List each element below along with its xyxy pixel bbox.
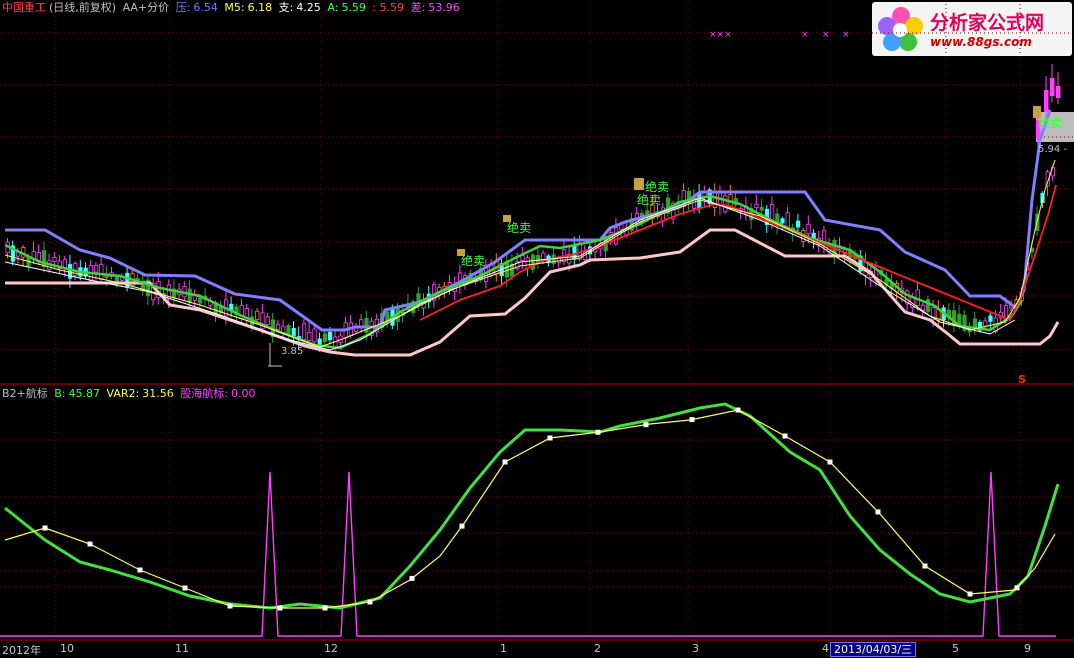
candle-body: [322, 333, 328, 343]
var2-marker: [967, 591, 973, 597]
candle-body: [327, 331, 333, 341]
axis-label-month: 3: [692, 642, 699, 655]
candle-body: [312, 328, 317, 343]
candle-body: [572, 245, 577, 260]
candle-body: [94, 264, 99, 273]
var2-marker: [643, 422, 649, 428]
var2-marker: [227, 603, 233, 609]
var2-marker: [409, 575, 415, 581]
candle-body: [99, 263, 104, 280]
right-price-label: 5.94 -: [1038, 144, 1068, 155]
var2-markers: [42, 407, 1020, 611]
candle-body: [759, 206, 764, 211]
sell-signal-text: 绝卖: [1038, 115, 1062, 130]
candle-body: [265, 316, 270, 325]
moving-average-yellow: [4, 159, 1056, 348]
low-price-label: 3.85: [281, 346, 303, 357]
var2-marker: [87, 541, 93, 547]
candle-body: [1044, 90, 1049, 112]
b-line-series: [4, 402, 1060, 610]
var2-marker: [42, 525, 48, 531]
candle-body: [754, 203, 759, 209]
s-mark: S: [1018, 373, 1026, 386]
top-x-mark: ×: [842, 30, 850, 40]
candle-body: [926, 299, 931, 312]
horizontal-grid: [0, 32, 1074, 588]
axis-label-month: 2: [594, 642, 601, 655]
candle-body: [983, 320, 988, 327]
axis-label-year: 2012年: [2, 644, 41, 657]
candle-body: [187, 288, 192, 303]
candle-body: [1050, 78, 1055, 96]
sell-flag-icon: [634, 178, 644, 190]
var2-marker: [875, 509, 881, 515]
var2-marker: [459, 523, 465, 529]
axis-label-month: 10: [60, 642, 74, 655]
top-x-mark: ×: [822, 30, 830, 40]
var2-marker: [735, 407, 741, 413]
var2-marker: [502, 459, 508, 465]
axis-label-month: 5: [952, 642, 959, 655]
moving-average-red: [419, 184, 1057, 322]
top-x-mark: ×: [801, 30, 809, 40]
candle-body: [536, 255, 541, 264]
candle-body: [723, 195, 728, 213]
var2-marker: [322, 605, 328, 611]
var2-marker: [782, 433, 788, 439]
sell-signal-text: 绝卖: [645, 179, 669, 194]
sell-signal-text: 绝卖: [461, 253, 485, 268]
candle-body: [307, 331, 312, 341]
candle-body: [301, 323, 307, 341]
candle-body: [1056, 86, 1061, 98]
var2-marker: [277, 605, 283, 611]
var2-marker: [137, 567, 143, 573]
var2-marker: [547, 435, 553, 441]
top-x-marks: ×××: [709, 30, 732, 40]
axis-label-month: 12: [324, 642, 338, 655]
candle-body: [972, 318, 978, 329]
candle-body: [988, 315, 993, 322]
sell-signal-text: 绝卖: [637, 192, 661, 207]
axis-label-month: 4: [822, 642, 829, 655]
candle-body: [780, 218, 785, 224]
var2-marker: [182, 585, 188, 591]
candle-body: [712, 192, 718, 208]
candle-body: [291, 328, 296, 337]
var2-marker: [367, 599, 373, 605]
sell-signal-3[interactable]: 绝卖 绝卖: [634, 178, 669, 207]
candle-body: [806, 223, 811, 235]
candle-body: [52, 256, 57, 263]
candle-body: [197, 297, 203, 304]
sell-signal-1[interactable]: 绝卖: [457, 249, 485, 268]
chart-canvas[interactable]: 绝卖 绝卖 绝卖 绝卖 绝卖 3.85 S ××× × × ×: [0, 0, 1074, 655]
candle-body: [520, 255, 525, 261]
var2-marker: [595, 429, 601, 435]
candle-body: [36, 252, 42, 261]
axis-label-month: 11: [175, 642, 189, 655]
axis-label-month: 1: [500, 642, 507, 655]
var2-marker: [922, 563, 928, 569]
sell-signal-text: 绝卖: [507, 220, 531, 235]
candle-body: [275, 323, 281, 330]
candle-body: [796, 220, 801, 228]
candle-body: [255, 310, 260, 320]
var2-marker: [1014, 585, 1020, 591]
candle-body: [525, 257, 530, 269]
candle-body: [785, 212, 790, 228]
var2-line-series: [4, 409, 1056, 609]
axis-label-month: 9: [1024, 642, 1031, 655]
var2-marker: [827, 459, 833, 465]
sell-signal-2[interactable]: 绝卖: [503, 215, 531, 235]
var2-marker: [689, 417, 695, 423]
